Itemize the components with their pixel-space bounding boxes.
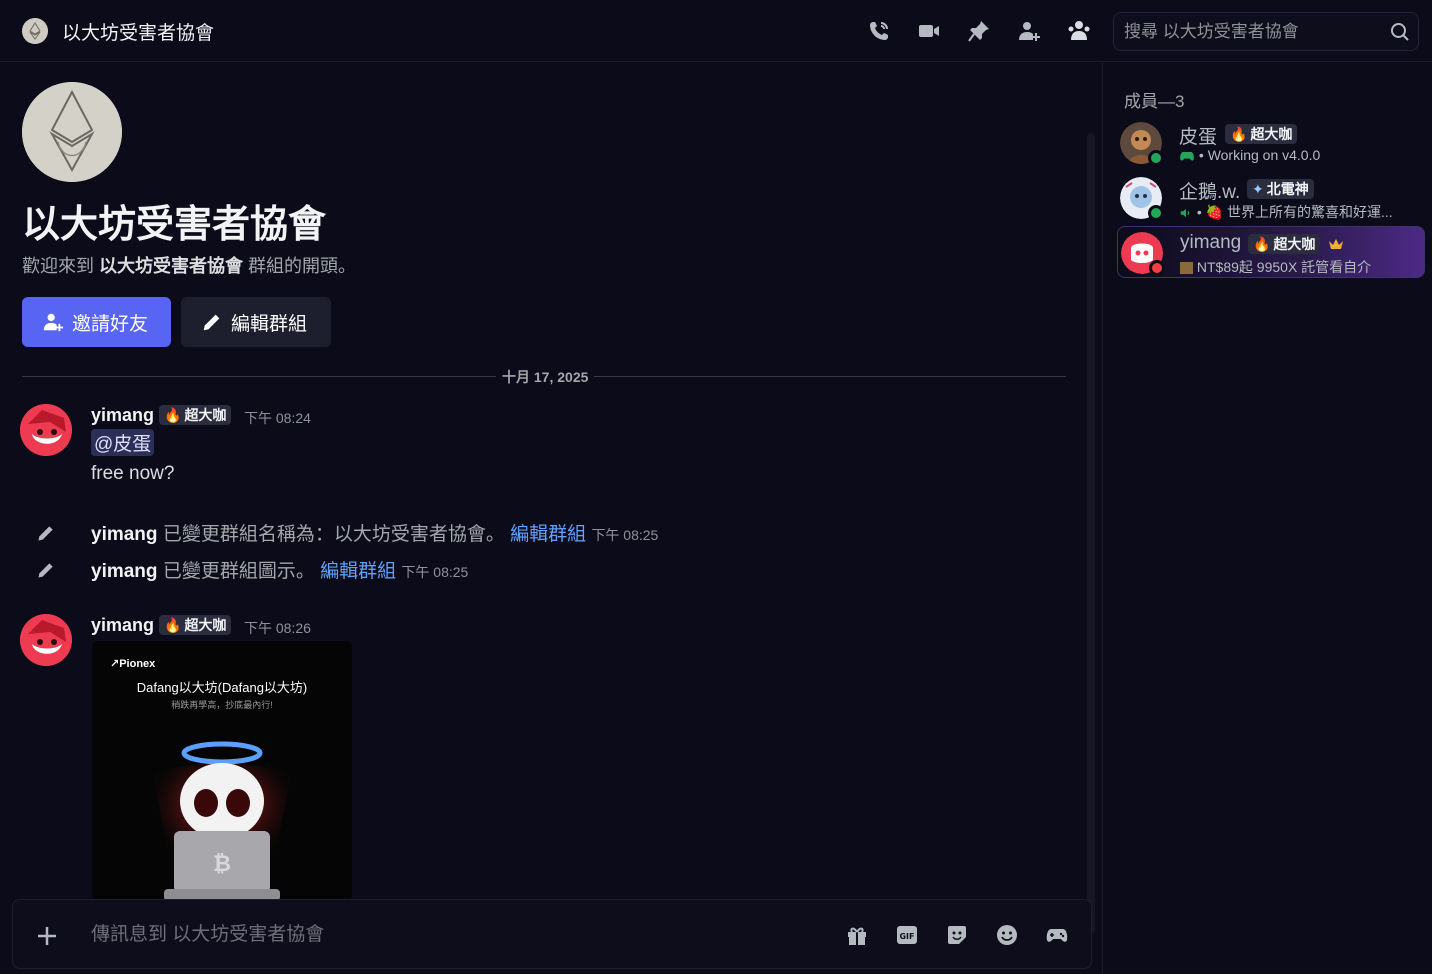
gif-icon[interactable]: GIF bbox=[894, 922, 920, 948]
crown-icon bbox=[1329, 239, 1343, 249]
member-status: • 🍓 世界上所有的驚喜和好運... bbox=[1179, 202, 1393, 222]
game-icon bbox=[1180, 152, 1194, 161]
server-tag[interactable]: 🔥 超大咖 bbox=[1248, 234, 1321, 254]
welcome-suffix: 群組的開頭。 bbox=[248, 256, 357, 276]
member-list-heading: 成員—3 bbox=[1124, 92, 1185, 111]
server-tag[interactable]: 🔥 超大咖 bbox=[1225, 124, 1298, 144]
search-input[interactable] bbox=[1124, 19, 1384, 45]
header-bar: 以大坊受害者協會 bbox=[0, 0, 1432, 62]
gift-icon[interactable] bbox=[844, 922, 870, 948]
pin-icon[interactable] bbox=[966, 18, 992, 44]
system-message: yimang 已變更群組名稱為：以大坊受害者協會。 編輯群組 下午 08:25 bbox=[91, 519, 658, 546]
skull-laptop-illustration: ₿ bbox=[152, 741, 292, 901]
member-status: NT$89起 9950X 託管看自介 bbox=[1180, 257, 1371, 277]
pencil-icon bbox=[38, 526, 53, 541]
members-icon[interactable] bbox=[1066, 18, 1092, 44]
flame-icon: 🔥 bbox=[164, 406, 182, 423]
system-message-timestamp: 下午 08:25 bbox=[401, 564, 469, 580]
group-title: 以大坊受害者協會 bbox=[62, 23, 215, 44]
pencil-icon bbox=[203, 314, 220, 331]
brick-icon bbox=[1180, 262, 1193, 275]
status-dnd-indicator bbox=[1149, 260, 1165, 276]
edit-group-link[interactable]: 編輯群組 bbox=[510, 524, 586, 545]
phone-icon[interactable] bbox=[866, 18, 892, 44]
system-message-author[interactable]: yimang bbox=[91, 524, 158, 545]
group-heading: 以大坊受害者協會 bbox=[22, 204, 327, 246]
flame-icon: 🔥 bbox=[164, 616, 182, 633]
message-timestamp: 下午 08:26 bbox=[244, 620, 311, 636]
server-tag-label: 超大咖 bbox=[184, 407, 227, 423]
member-item[interactable]: yimang 🔥 超大咖 NT$89起 9950X 託管看自介 bbox=[1117, 226, 1425, 278]
message-author[interactable]: yimang bbox=[91, 615, 154, 636]
svg-text:₿: ₿ bbox=[213, 852, 231, 877]
speaker-icon bbox=[1180, 209, 1190, 218]
system-message-action: 已變更群組圖示。 bbox=[162, 561, 315, 582]
svg-text:GIF: GIF bbox=[899, 932, 914, 941]
message-author[interactable]: yimang bbox=[91, 405, 154, 426]
member-item[interactable]: 皮蛋 🔥 超大咖 • Working on v4.0.0 bbox=[1117, 117, 1425, 169]
image-subtitle: 稍跌再學高，抄底最內行! bbox=[171, 700, 273, 710]
message-input[interactable] bbox=[91, 920, 791, 950]
system-message-author[interactable]: yimang bbox=[91, 561, 158, 582]
system-message-action: 已變更群組名稱為：以大坊受害者協會。 bbox=[162, 524, 505, 545]
server-tag[interactable]: ✦ 北電神 bbox=[1247, 179, 1314, 199]
image-brand: ↗Pionex bbox=[110, 658, 156, 670]
invite-label: 邀請好友 bbox=[72, 313, 149, 335]
date-divider-label: 十月 17, 2025 bbox=[496, 367, 595, 387]
server-tag-label: 超大咖 bbox=[1250, 126, 1293, 142]
game-icon[interactable] bbox=[1044, 922, 1070, 948]
strawberry-icon: 🍓 bbox=[1205, 204, 1224, 220]
sticker-icon[interactable] bbox=[944, 922, 970, 948]
welcome-prefix: 歡迎來到 bbox=[22, 256, 94, 276]
server-tag-label: 超大咖 bbox=[184, 617, 227, 633]
sparkle-icon: ✦ bbox=[1252, 180, 1264, 197]
edit-group-link[interactable]: 編輯群組 bbox=[320, 561, 396, 582]
welcome-group-name: 以大坊受害者協會 bbox=[99, 256, 244, 276]
status-online-indicator bbox=[1148, 205, 1164, 221]
member-status-text: 世界上所有的驚喜和好運... bbox=[1227, 204, 1393, 220]
member-name: yimang bbox=[1180, 232, 1242, 253]
member-status: • Working on v4.0.0 bbox=[1179, 147, 1320, 163]
member-status-text: Working on v4.0.0 bbox=[1207, 147, 1321, 163]
search-icon[interactable] bbox=[1390, 22, 1410, 42]
invite-friends-button[interactable]: 邀請好友 bbox=[22, 297, 171, 347]
image-title: Dafang以大坊(Dafang以大坊) bbox=[136, 680, 308, 695]
emoji-icon[interactable] bbox=[994, 922, 1020, 948]
search-box[interactable] bbox=[1113, 12, 1419, 51]
member-item[interactable]: 企鵝.w. ✦ 北電神 • 🍓 世界上所有的驚喜和好運... bbox=[1117, 172, 1425, 224]
member-list: 成員—3 皮蛋 🔥 超大咖 • Working on v4.0.0 企鵝.w. … bbox=[1102, 63, 1432, 974]
add-friend-icon bbox=[43, 313, 64, 332]
server-tag-label: 北電神 bbox=[1266, 181, 1309, 197]
server-tag-label: 超大咖 bbox=[1273, 236, 1316, 252]
message-timestamp: 下午 08:24 bbox=[244, 410, 311, 426]
avatar[interactable] bbox=[20, 614, 72, 666]
chat-area: 以大坊受害者協會 歡迎來到 以大坊受害者協會 群組的開頭。 邀請好友 編輯群組 … bbox=[0, 63, 1100, 974]
add-icon[interactable] bbox=[35, 924, 59, 948]
flame-icon: 🔥 bbox=[1230, 125, 1248, 142]
member-name: 皮蛋 bbox=[1179, 127, 1218, 148]
avatar[interactable] bbox=[20, 404, 72, 456]
edit-group-button[interactable]: 編輯群組 bbox=[181, 297, 331, 347]
server-tag[interactable]: 🔥 超大咖 bbox=[159, 405, 232, 425]
message-composer: GIF bbox=[12, 899, 1092, 969]
flame-icon: 🔥 bbox=[1253, 235, 1271, 252]
pencil-icon bbox=[38, 563, 53, 578]
group-icon[interactable] bbox=[22, 18, 48, 44]
system-message: yimang 已變更群組圖示。 編輯群組 下午 08:25 bbox=[91, 556, 468, 583]
status-online-indicator bbox=[1148, 150, 1164, 166]
system-message-timestamp: 下午 08:25 bbox=[591, 527, 659, 543]
chat-scrollbar[interactable] bbox=[1087, 133, 1095, 933]
edit-label: 編輯群組 bbox=[231, 313, 308, 335]
server-tag[interactable]: 🔥 超大咖 bbox=[159, 615, 232, 635]
welcome-text: 歡迎來到 以大坊受害者協會 群組的開頭。 bbox=[22, 252, 356, 278]
user-mention[interactable]: @皮蛋 bbox=[91, 429, 155, 456]
add-friend-icon[interactable] bbox=[1016, 18, 1042, 44]
member-name: 企鵝.w. bbox=[1179, 182, 1241, 203]
message-text: free now? bbox=[91, 463, 175, 484]
message-image[interactable]: ↗Pionex Dafang以大坊(Dafang以大坊) 稍跌再學高，抄底最內行… bbox=[92, 641, 352, 901]
video-icon[interactable] bbox=[916, 18, 942, 44]
member-status-text: NT$89起 9950X 託管看自介 bbox=[1196, 259, 1372, 275]
group-avatar bbox=[22, 82, 122, 182]
